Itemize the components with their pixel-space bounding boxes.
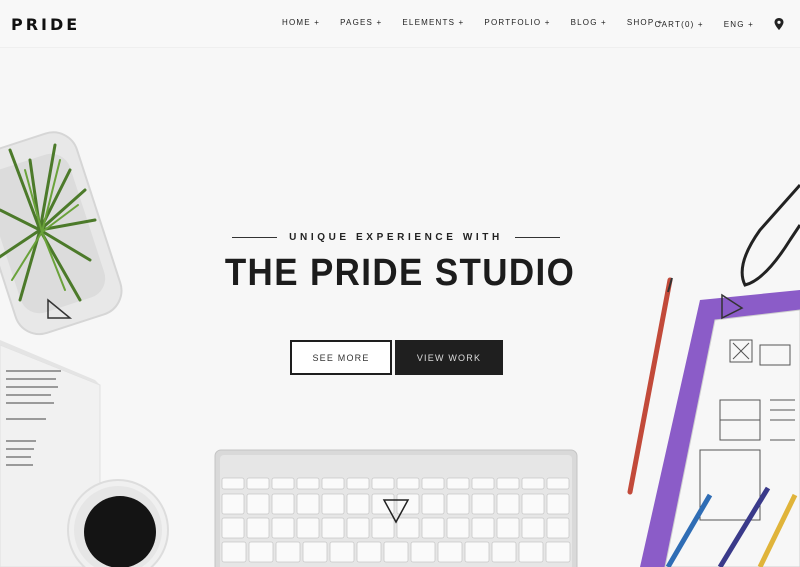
cart-link[interactable]: CART(0) + bbox=[655, 20, 704, 29]
map-pin-icon[interactable] bbox=[774, 18, 784, 30]
language-selector[interactable]: ENG + bbox=[724, 20, 754, 29]
nav-elements[interactable]: ELEMENTS + bbox=[402, 18, 464, 27]
hero-subtitle-text: UNIQUE EXPERIENCE WITH bbox=[289, 232, 503, 243]
plant-illustration bbox=[0, 131, 123, 336]
site-logo[interactable]: PRIDE bbox=[11, 15, 80, 34]
site-header: PRIDE HOME + PAGES + ELEMENTS + PORTFOLI… bbox=[0, 0, 800, 48]
main-nav: HOME + PAGES + ELEMENTS + PORTFOLIO + BL… bbox=[282, 18, 684, 27]
hero-title: THE PRIDE STUDIO bbox=[224, 252, 576, 294]
nav-portfolio[interactable]: PORTFOLIO + bbox=[484, 18, 550, 27]
hero-subtitle-line-left bbox=[232, 237, 278, 238]
view-work-button[interactable]: VIEW WORK bbox=[395, 340, 503, 375]
see-more-button[interactable]: SEE MORE bbox=[290, 340, 392, 375]
header-utilities: CART(0) + ENG + bbox=[655, 18, 784, 30]
keyboard-illustration bbox=[214, 449, 578, 567]
nav-blog[interactable]: BLOG + bbox=[571, 18, 607, 27]
nav-pages[interactable]: PAGES + bbox=[340, 18, 382, 27]
hero-subtitle: UNIQUE EXPERIENCE WITH bbox=[232, 232, 561, 243]
nav-home[interactable]: HOME + bbox=[282, 18, 320, 27]
hero-subtitle-line-right bbox=[514, 237, 561, 238]
page: PRIDE HOME + PAGES + ELEMENTS + PORTFOLI… bbox=[0, 0, 800, 567]
coffee-cup-illustration bbox=[67, 479, 169, 567]
desk-stationery-illustration bbox=[627, 184, 800, 567]
